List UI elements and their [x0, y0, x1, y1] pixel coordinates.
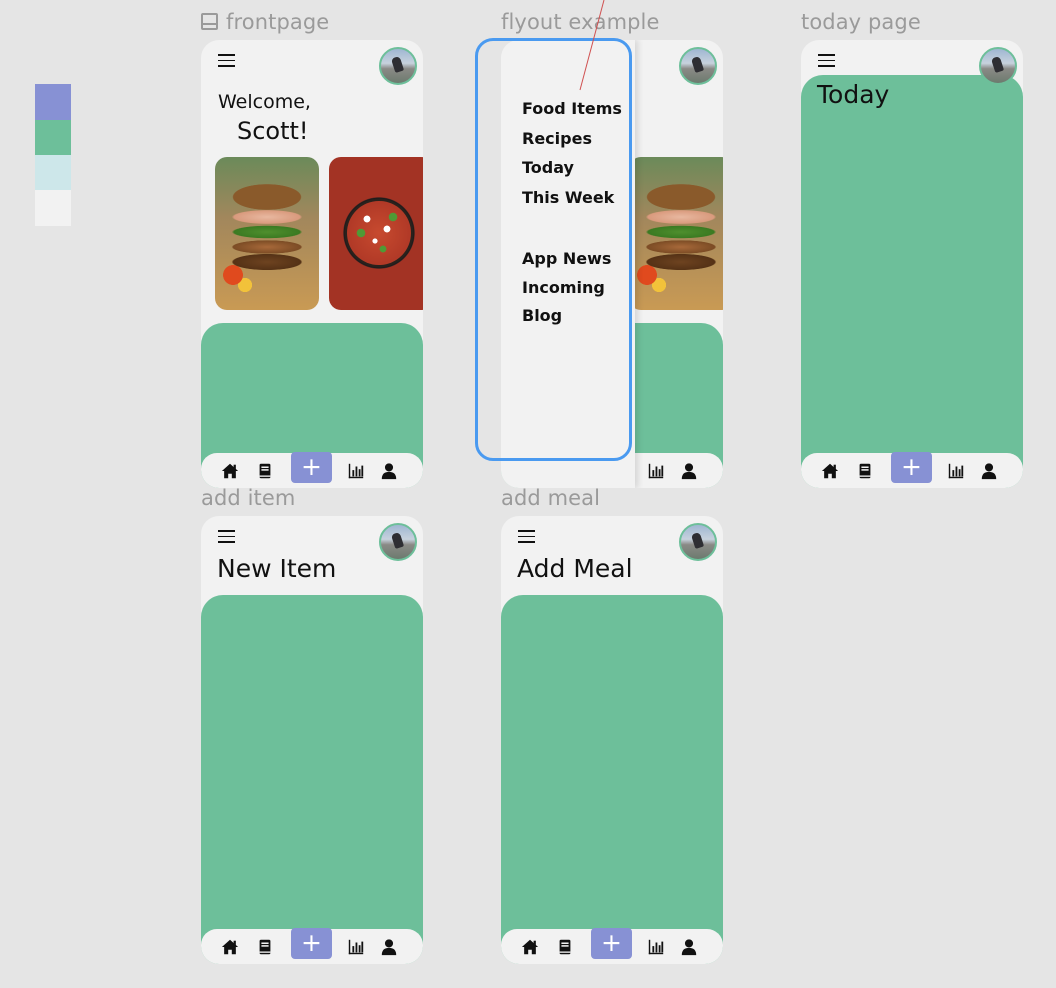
- menu-icon[interactable]: [818, 54, 835, 67]
- content-panel: [201, 595, 423, 964]
- welcome-text: Welcome,: [218, 91, 311, 113]
- food-card-sandwich[interactable]: [629, 157, 723, 310]
- bottom-nav: +: [201, 452, 423, 488]
- food-card-sandwich[interactable]: [215, 157, 319, 310]
- prototype-connector-line: [579, 0, 605, 91]
- book-icon[interactable]: [856, 462, 874, 480]
- add-button[interactable]: +: [591, 928, 632, 959]
- palette-swatch-light-gray: [35, 190, 71, 226]
- book-icon[interactable]: [556, 938, 574, 956]
- frame-label-text: frontpage: [226, 10, 330, 34]
- menu-icon[interactable]: [218, 530, 235, 543]
- chart-icon[interactable]: [947, 462, 965, 480]
- avatar[interactable]: [679, 47, 717, 85]
- frame-label-today[interactable]: today page: [801, 10, 921, 34]
- content-panel: [801, 75, 1023, 488]
- chart-icon[interactable]: [647, 462, 665, 480]
- chart-icon[interactable]: [647, 938, 665, 956]
- page-title: Today: [817, 80, 890, 109]
- frame-label-add-meal[interactable]: add meal: [501, 486, 600, 510]
- selection-outline: [475, 38, 632, 461]
- palette-swatch-purple: [35, 84, 71, 120]
- frontpage-phone: Welcome, Scott! +: [201, 40, 423, 488]
- user-icon[interactable]: [380, 462, 398, 480]
- book-icon[interactable]: [256, 462, 274, 480]
- menu-icon[interactable]: [218, 54, 235, 67]
- add-item-phone: New Item +: [201, 516, 423, 964]
- menu-icon[interactable]: [518, 530, 535, 543]
- today-phone: Today +: [801, 40, 1023, 488]
- page-title: Add Meal: [517, 554, 633, 583]
- home-icon[interactable]: [821, 462, 839, 480]
- home-icon[interactable]: [221, 462, 239, 480]
- user-icon[interactable]: [380, 938, 398, 956]
- chart-icon[interactable]: [347, 462, 365, 480]
- user-icon[interactable]: [680, 462, 698, 480]
- bottom-nav: +: [801, 452, 1023, 488]
- content-panel: [501, 595, 723, 964]
- bottom-nav: +: [201, 928, 423, 964]
- add-meal-phone: Add Meal +: [501, 516, 723, 964]
- avatar[interactable]: [379, 47, 417, 85]
- avatar[interactable]: [679, 523, 717, 561]
- page-title: New Item: [217, 554, 337, 583]
- user-name: Scott!: [237, 117, 309, 145]
- avatar[interactable]: [379, 523, 417, 561]
- book-icon[interactable]: [256, 938, 274, 956]
- food-card-pasta[interactable]: [329, 157, 423, 310]
- avatar[interactable]: [979, 47, 1017, 85]
- palette-swatch-light-blue: [35, 155, 71, 191]
- user-icon[interactable]: [980, 462, 998, 480]
- bottom-nav: +: [501, 928, 723, 964]
- frame-label-add-item[interactable]: add item: [201, 486, 295, 510]
- palette-swatch-green: [35, 120, 71, 156]
- add-button[interactable]: +: [891, 452, 932, 483]
- user-icon[interactable]: [680, 938, 698, 956]
- add-button[interactable]: +: [291, 928, 332, 959]
- frame-icon: [201, 13, 218, 30]
- add-button[interactable]: +: [291, 452, 332, 483]
- frame-label-frontpage[interactable]: frontpage: [201, 10, 329, 34]
- home-icon[interactable]: [521, 938, 539, 956]
- home-icon[interactable]: [221, 938, 239, 956]
- chart-icon[interactable]: [347, 938, 365, 956]
